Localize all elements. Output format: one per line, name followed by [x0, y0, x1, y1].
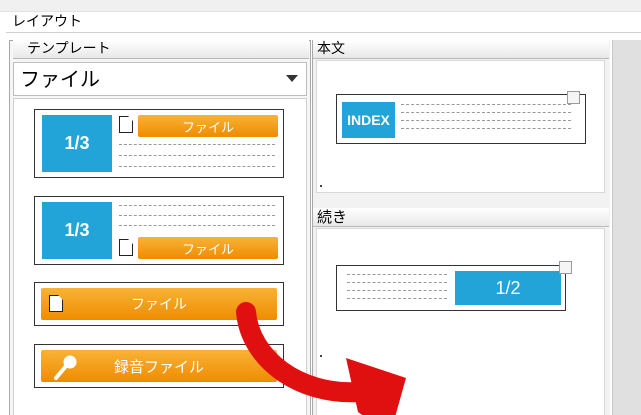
index-template-preview[interactable]: INDEX: [336, 91, 586, 144]
page-select-checkbox[interactable]: [559, 261, 572, 274]
dropdown-arrow-icon[interactable]: [286, 75, 298, 82]
text-line: [119, 225, 275, 226]
text-line: [401, 112, 571, 113]
index-badge: INDEX: [342, 102, 395, 138]
text-line: [119, 155, 275, 156]
cursor-marker: [320, 185, 322, 187]
continuation-section-header: 続き: [313, 208, 609, 227]
page-number-badge: 1/3: [42, 202, 112, 259]
file-label-bar: ファイル: [138, 115, 278, 137]
top-bar: [0, 0, 641, 12]
page-number-badge: 1/2: [455, 271, 561, 305]
template-dropdown[interactable]: ファイル: [13, 62, 307, 96]
text-line: [401, 120, 571, 121]
text-line: [347, 298, 447, 299]
layout-title: レイアウト: [12, 14, 82, 30]
file-label-bar: ファイル: [138, 237, 278, 259]
text-line: [401, 104, 571, 105]
body-drop-area[interactable]: INDEX: [316, 60, 605, 193]
template-dropdown-value: ファイル: [20, 67, 100, 91]
file-icon: [119, 239, 133, 256]
body-section-header: 本文: [313, 40, 609, 59]
text-line: [347, 290, 447, 291]
layout-divider: [6, 32, 641, 33]
template-item-page-file-top[interactable]: 1/3 ファイル: [34, 109, 284, 178]
text-line: [119, 205, 275, 206]
text-line: [119, 144, 275, 145]
index-select-checkbox[interactable]: [567, 91, 580, 104]
template-panel-header: テンプレート: [13, 40, 309, 59]
text-line: [119, 215, 275, 216]
file-icon: [119, 116, 133, 133]
microphone-icon: [54, 355, 77, 380]
text-line: [347, 274, 447, 275]
drag-arrow-icon: [236, 302, 406, 415]
text-line: [401, 128, 571, 129]
text-line: [119, 166, 275, 167]
template-item-page-file-bottom[interactable]: 1/3 ファイル: [34, 196, 284, 265]
right-scroll-area[interactable]: [612, 40, 641, 415]
page-number-badge: 1/3: [42, 115, 112, 172]
text-line: [347, 282, 447, 283]
